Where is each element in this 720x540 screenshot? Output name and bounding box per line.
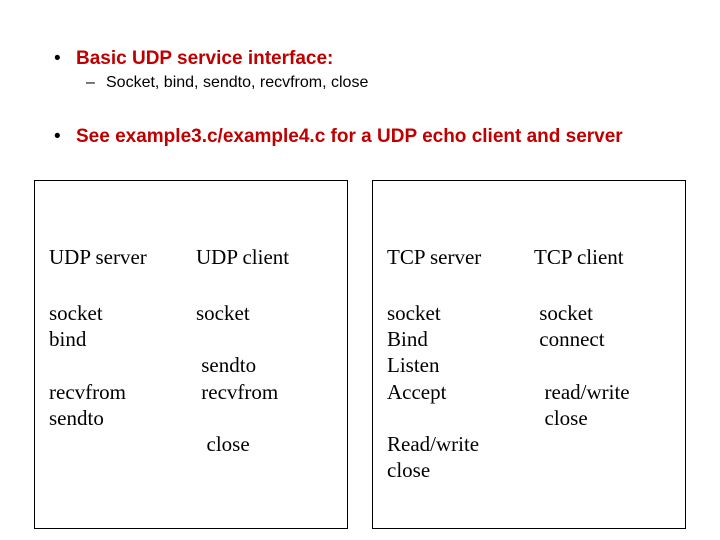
tcp-client-body: socket connect read/write close	[534, 301, 630, 430]
udp-server-body: socket bind recvfrom sendto	[49, 301, 126, 430]
bullet-1-text: Basic UDP service interface:	[76, 48, 333, 69]
sub-bullet-list-1: Socket, bind, sendto, recvfrom, close	[76, 74, 680, 92]
slide: Basic UDP service interface: Socket, bin…	[0, 0, 720, 540]
udp-box: UDP server socket bind recvfrom sendto UD…	[34, 180, 348, 529]
comparison-boxes: UDP server socket bind recvfrom sendto UD…	[34, 180, 686, 529]
udp-server-heading: UDP server	[49, 244, 186, 270]
tcp-columns: TCP server socket Bind Listen Accept Read…	[387, 191, 671, 510]
spacer	[40, 100, 680, 126]
udp-client-body: socket sendto recvfrom close	[196, 301, 278, 456]
bullet-1: Basic UDP service interface: Socket, bin…	[40, 48, 680, 92]
tcp-box: TCP server socket Bind Listen Accept Read…	[372, 180, 686, 529]
tcp-client-column: TCP client socket connect read/write clo…	[534, 191, 671, 510]
tcp-server-column: TCP server socket Bind Listen Accept Read…	[387, 191, 524, 510]
udp-columns: UDP server socket bind recvfrom sendto UD…	[49, 191, 333, 484]
tcp-server-heading: TCP server	[387, 244, 524, 270]
udp-client-column: UDP client socket sendto recvfrom close	[196, 191, 333, 484]
tcp-client-heading: TCP client	[534, 244, 671, 270]
top-bullet-list-2: See example3.c/example4.c for a UDP echo…	[40, 126, 680, 148]
sub-bullet-1: Socket, bind, sendto, recvfrom, close	[76, 74, 680, 92]
bullet-2-text: See example3.c/example4.c for a UDP echo…	[76, 126, 623, 147]
bullet-2: See example3.c/example4.c for a UDP echo…	[40, 126, 680, 148]
udp-client-heading: UDP client	[196, 244, 333, 270]
tcp-server-body: socket Bind Listen Accept Read/write clo…	[387, 301, 479, 483]
udp-server-column: UDP server socket bind recvfrom sendto	[49, 191, 186, 484]
top-bullet-list: Basic UDP service interface: Socket, bin…	[40, 48, 680, 92]
